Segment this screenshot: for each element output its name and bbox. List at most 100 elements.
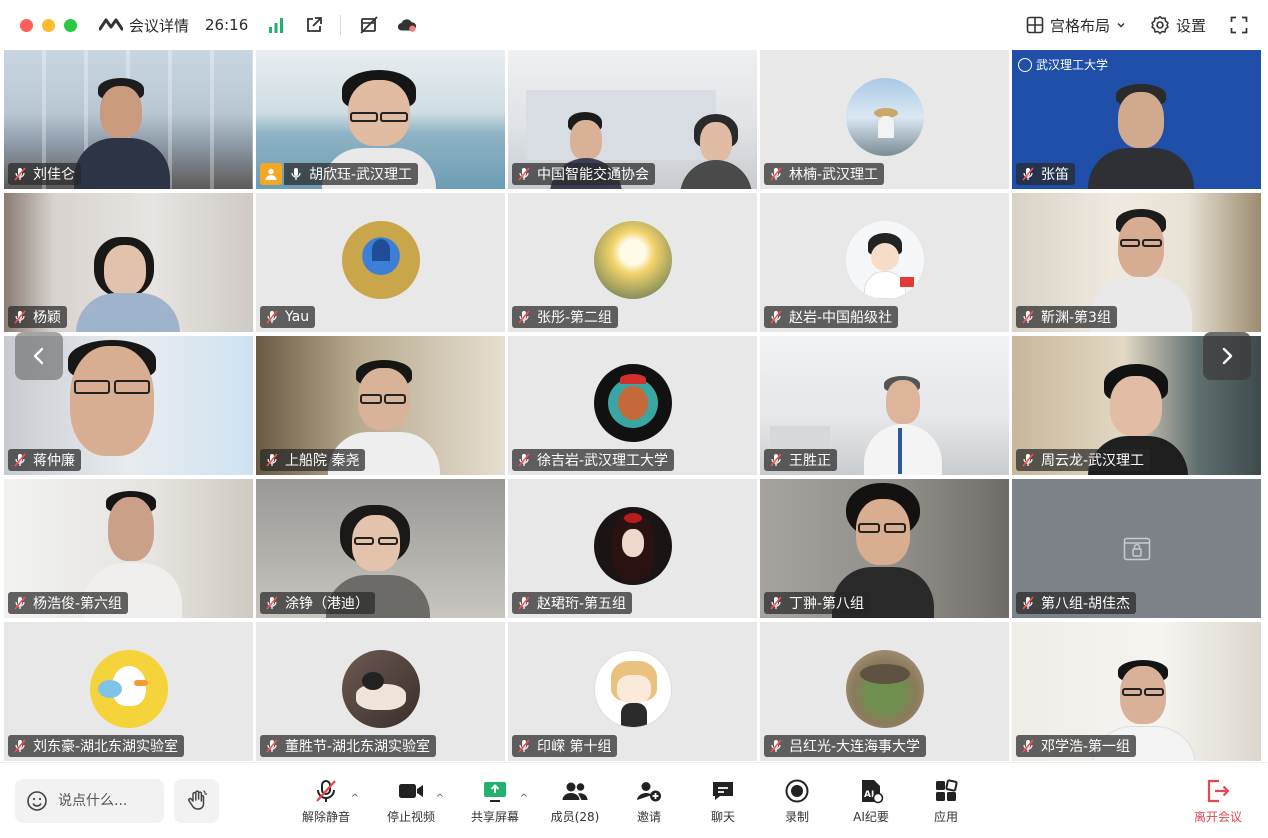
participant-name: 涂铮（港迪） (285, 596, 369, 612)
maximize-window-button[interactable] (64, 18, 77, 32)
chevron-left-icon (33, 347, 44, 365)
apps-label: 应用 (933, 810, 958, 824)
video-options-caret-icon[interactable]: ^ (436, 793, 444, 804)
emoji-icon[interactable] (26, 790, 48, 812)
meeting-window: 会议详情 26:16 宫格布局 设置 刘佳仑 胡欣珏-武汉理工 中国智能交通协会… (0, 0, 1268, 838)
participant-name: 吕红光-大连海事大学 (789, 739, 921, 755)
participant-tile[interactable]: 丁翀-第八组 (760, 479, 1009, 618)
fullscreen-button[interactable] (1230, 16, 1248, 34)
cloud-status-icon[interactable] (397, 15, 417, 35)
participant-nameplate: 林楠-武汉理工 (764, 163, 885, 185)
chat-button[interactable]: 聊天 (688, 777, 758, 825)
video-camera-icon (399, 784, 423, 798)
participant-tile[interactable]: 张彤-第二组 (508, 193, 757, 332)
participant-avatar (341, 220, 420, 299)
leave-meeting-button[interactable]: 离开会议 (1183, 777, 1253, 825)
participant-tile[interactable]: 第八组-胡佳杰 (1012, 479, 1261, 618)
title-bar: 会议详情 26:16 宫格布局 设置 (0, 0, 1268, 50)
participant-tile[interactable]: 上船院 秦尧 (256, 336, 505, 475)
mic-muted-icon (264, 309, 280, 325)
participant-nameplate: 杨浩俊-第六组 (8, 592, 129, 614)
participant-tile[interactable]: 林楠-武汉理工 (760, 50, 1009, 189)
members-button[interactable]: 成员(28) (540, 777, 610, 825)
raise-hand-button[interactable] (174, 779, 219, 823)
grid-layout-button[interactable]: 宫格布局 (1026, 15, 1126, 36)
stop-video-button[interactable]: 停止视频 ^ (376, 777, 446, 825)
participant-avatar (89, 649, 168, 728)
mic-muted-icon (516, 452, 532, 468)
settings-label: 设置 (1175, 16, 1206, 35)
say-something-input[interactable] (58, 793, 148, 809)
participant-tile[interactable]: 赵岩-中国船级社 (760, 193, 1009, 332)
participant-avatar (845, 220, 924, 299)
mic-muted-icon (316, 780, 336, 802)
settings-button[interactable]: 设置 (1150, 15, 1206, 36)
grid-layout-label: 宫格布局 (1049, 16, 1110, 35)
participant-tile-active-speaker[interactable]: 胡欣珏-武汉理工 (256, 50, 505, 189)
participant-name: 赵岩-中国船级社 (789, 310, 893, 326)
participant-tile[interactable]: 杨浩俊-第六组 (4, 479, 253, 618)
invite-button[interactable]: 邀请 (614, 777, 684, 825)
participant-name: 胡欣珏-武汉理工 (309, 167, 413, 183)
university-banner: 武汉理工大学 (1018, 56, 1108, 73)
participant-tile[interactable]: 印嵘 第十组 (508, 622, 757, 761)
unmute-button[interactable]: 解除静音 ^ (291, 777, 361, 825)
participant-tile[interactable]: 靳渊-第3组 (1012, 193, 1261, 332)
grid-icon (1026, 16, 1044, 34)
mic-muted-icon (516, 738, 532, 754)
participant-tile[interactable]: 刘佳仑 (4, 50, 253, 189)
record-button[interactable]: 录制 (762, 777, 832, 825)
gear-icon (1151, 15, 1169, 35)
participant-name: Yau (285, 309, 310, 325)
participant-nameplate: 胡欣珏-武汉理工 (284, 163, 419, 185)
no-recording-icon[interactable] (359, 15, 379, 35)
participant-tile[interactable]: 邓学浩-第一组 (1012, 622, 1261, 761)
chat-quick-input[interactable] (15, 779, 164, 823)
close-window-button[interactable] (20, 18, 33, 32)
participant-tile[interactable]: Yau (256, 193, 505, 332)
audio-options-caret-icon[interactable]: ^ (351, 793, 359, 804)
minimize-window-button[interactable] (42, 18, 55, 32)
apps-button[interactable]: 应用 (911, 777, 981, 825)
mic-muted-icon (12, 166, 28, 182)
participant-tile[interactable]: 王胜正 (760, 336, 1009, 475)
mic-muted-icon (516, 309, 532, 325)
mic-muted-icon (768, 738, 784, 754)
participant-tile[interactable]: 董胜节-湖北东湖实验室 (256, 622, 505, 761)
participant-name: 靳渊-第3组 (1041, 310, 1111, 326)
network-signal-icon[interactable] (266, 15, 286, 35)
participant-tile[interactable]: 吕红光-大连海事大学 (760, 622, 1009, 761)
mic-muted-icon (1020, 166, 1036, 182)
participant-name: 张彤-第二组 (537, 310, 613, 326)
record-label: 录制 (784, 810, 809, 824)
record-icon (785, 779, 809, 803)
participant-tile[interactable]: 徐吉岩-武汉理工大学 (508, 336, 757, 475)
mic-muted-icon (768, 452, 784, 468)
ai-minutes-button[interactable]: AI AI纪要 (836, 777, 906, 825)
next-page-button[interactable] (1203, 332, 1251, 380)
participant-tile[interactable]: 涂铮（港迪） (256, 479, 505, 618)
mic-muted-icon (12, 452, 28, 468)
ai-minutes-icon: AI (862, 780, 884, 804)
participant-nameplate: 董胜节-湖北东湖实验室 (260, 735, 437, 757)
invite-label: 邀请 (636, 810, 661, 824)
participant-nameplate: 邓学浩-第一组 (1016, 735, 1137, 757)
participant-tile[interactable]: 中国智能交通协会 (508, 50, 757, 189)
participant-nameplate: 徐吉岩-武汉理工大学 (512, 449, 675, 471)
participant-tile[interactable]: 武汉理工大学 张笛 (1012, 50, 1261, 189)
mic-muted-icon (1020, 309, 1036, 325)
participant-name: 印嵘 第十组 (537, 739, 612, 755)
meeting-details-link[interactable]: 会议详情 (129, 15, 189, 36)
participant-avatar (845, 77, 924, 156)
previous-page-button[interactable] (15, 332, 63, 380)
participant-nameplate: 涂铮（港迪） (260, 592, 375, 614)
university-seal-icon (1018, 57, 1032, 72)
participant-tile[interactable]: 杨颖 (4, 193, 253, 332)
share-screen-button[interactable]: 共享屏幕 ^ (460, 777, 530, 825)
members-icon (562, 782, 588, 800)
host-badge-icon (260, 163, 282, 185)
share-options-caret-icon[interactable]: ^ (520, 793, 528, 804)
participant-tile[interactable]: 刘东豪-湖北东湖实验室 (4, 622, 253, 761)
popout-icon[interactable] (304, 15, 324, 35)
participant-tile[interactable]: 赵珺珩-第五组 (508, 479, 757, 618)
